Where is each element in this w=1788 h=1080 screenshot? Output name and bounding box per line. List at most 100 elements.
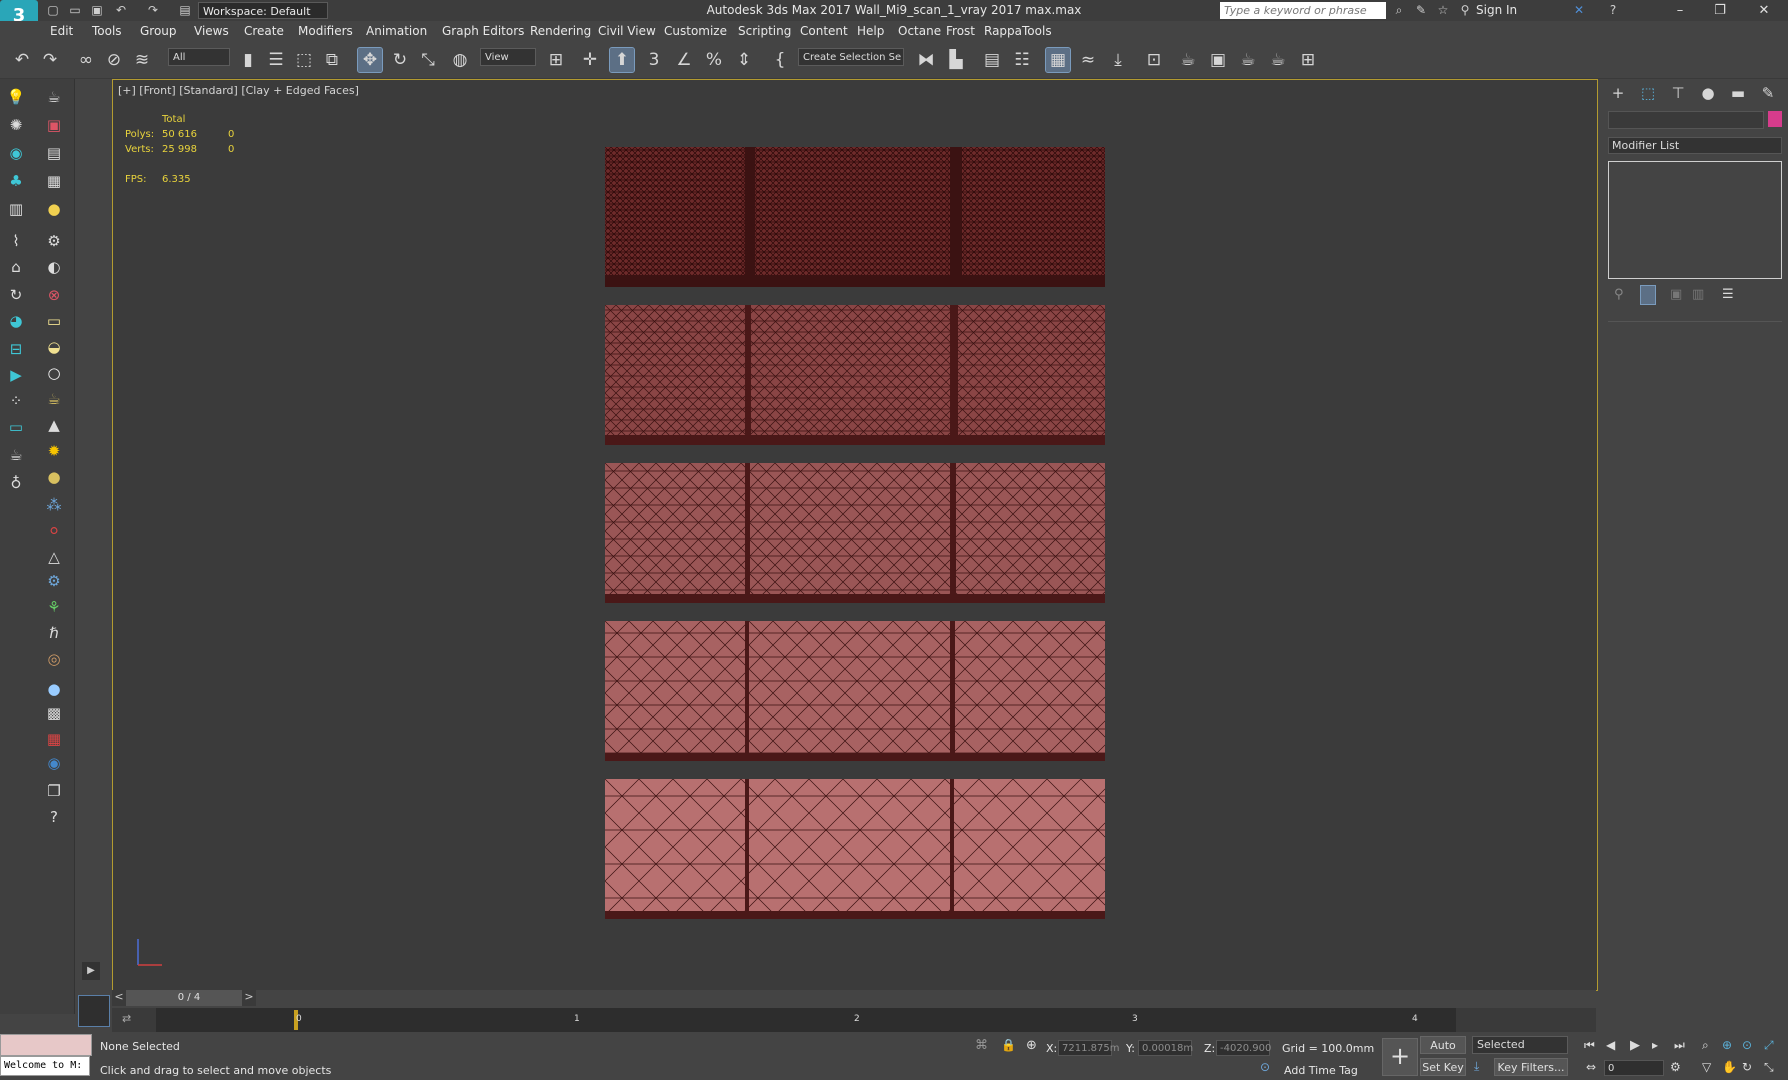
y-coordinate-field[interactable]: 0.00018m bbox=[1138, 1040, 1193, 1056]
remove-modifier-icon[interactable]: ▥ bbox=[1692, 287, 1704, 302]
ribbon-toggle-icon[interactable]: ▦ bbox=[1045, 47, 1071, 73]
select-and-place-icon[interactable]: ◍ bbox=[448, 48, 472, 72]
field-of-view-icon[interactable]: ▽ bbox=[1702, 1060, 1711, 1074]
menu-graph-editors[interactable]: Graph Editors bbox=[442, 24, 524, 38]
menu-customize[interactable]: Customize bbox=[664, 24, 727, 38]
vray-sphere-icon[interactable]: ● bbox=[42, 465, 66, 489]
default-tangent-icon[interactable]: ⤓ bbox=[1474, 1059, 1479, 1074]
grass-icon[interactable]: ⚘ bbox=[42, 595, 66, 619]
favorites-star-icon[interactable]: ☆ bbox=[1436, 3, 1450, 17]
play-panel-icon[interactable]: ▶ bbox=[4, 363, 28, 387]
mirror-icon[interactable]: ⧓ bbox=[914, 48, 938, 72]
plane-icon[interactable]: ▭ bbox=[42, 309, 66, 333]
keyboard-shortcut-override-icon[interactable]: ⬆ bbox=[609, 47, 635, 73]
prev-frame-arrow-icon[interactable]: < bbox=[112, 990, 126, 1006]
rendered-frame-window-icon[interactable]: ▣ bbox=[1206, 48, 1230, 72]
grid-icon[interactable]: ▦ bbox=[42, 169, 66, 193]
dome-icon[interactable]: ◐ bbox=[42, 255, 66, 279]
configure-modifier-sets-icon[interactable]: ☰ bbox=[1722, 287, 1734, 302]
open-file-icon[interactable]: ▭ bbox=[68, 3, 82, 17]
redo-icon[interactable]: ↷ bbox=[38, 48, 62, 72]
wall-mesh-lod-4[interactable] bbox=[605, 621, 1105, 761]
key-filters-button[interactable]: Key Filters... bbox=[1494, 1058, 1568, 1076]
maxscript-listener-input[interactable]: Welcome to M: bbox=[0, 1056, 90, 1076]
key-mode-toggle-icon[interactable]: ⇔ bbox=[1586, 1060, 1596, 1074]
gear-icon[interactable]: ⚙ bbox=[42, 569, 66, 593]
maxscript-expand-icon[interactable]: ▶ bbox=[82, 962, 100, 980]
auto-key-button[interactable]: Auto Key bbox=[1420, 1036, 1466, 1070]
time-config-icon[interactable]: ⚙ bbox=[1670, 1060, 1681, 1074]
material-icon[interactable]: ▣ bbox=[42, 113, 66, 137]
camera-rig-icon[interactable]: ⚙ bbox=[42, 229, 66, 253]
link-icon[interactable]: ∞ bbox=[74, 48, 98, 72]
object-color-swatch[interactable] bbox=[1768, 111, 1782, 127]
snaps-toggle-icon[interactable]: 3 bbox=[642, 48, 666, 72]
ruler-icon[interactable]: ⌂ bbox=[4, 255, 28, 279]
menu-edit[interactable]: Edit bbox=[50, 24, 73, 38]
next-frame-icon[interactable]: ▸ bbox=[1652, 1038, 1658, 1052]
select-object-icon[interactable]: ▮ bbox=[236, 48, 260, 72]
menu-animation[interactable]: Animation bbox=[366, 24, 427, 38]
undo-icon[interactable]: ↶ bbox=[10, 48, 34, 72]
dumbbell-icon[interactable]: ⚪ bbox=[42, 519, 66, 543]
goto-end-icon[interactable]: ⏭ bbox=[1674, 1038, 1685, 1053]
material-editor-icon[interactable]: ⊡ bbox=[1142, 48, 1166, 72]
unlink-icon[interactable]: ⊘ bbox=[102, 48, 126, 72]
curve-toggle-icon[interactable]: ⇄ bbox=[122, 1012, 131, 1025]
manipulate-icon[interactable]: ✛ bbox=[578, 48, 602, 72]
bind-space-warp-icon[interactable]: ≋ bbox=[130, 48, 154, 72]
menu-civil-view[interactable]: Civil View bbox=[598, 24, 656, 38]
mini-curve-editor-preview[interactable] bbox=[78, 995, 110, 1027]
spinner-snap-icon[interactable]: ⇕ bbox=[732, 48, 756, 72]
undo-icon[interactable]: ↶ bbox=[114, 3, 128, 17]
select-and-rotate-icon[interactable]: ↻ bbox=[388, 48, 412, 72]
pin-stack-icon[interactable]: ⚲ bbox=[1614, 287, 1624, 302]
zoom-extents-icon[interactable]: ⊙ bbox=[1742, 1038, 1752, 1052]
stairs-icon[interactable]: ⌇ bbox=[4, 229, 28, 253]
menu-help[interactable]: Help bbox=[857, 24, 884, 38]
wood-icon[interactable]: ◎ bbox=[42, 647, 66, 671]
binoculars-icon[interactable]: ⌕ bbox=[1392, 3, 1406, 17]
vray-sun-icon[interactable]: ✹ bbox=[42, 439, 66, 463]
menu-content[interactable]: Content bbox=[800, 24, 848, 38]
restore-button[interactable]: ❐ bbox=[1700, 0, 1740, 21]
maximize-viewport-icon[interactable]: ⤡ bbox=[1764, 1060, 1774, 1075]
menu-tools[interactable]: Tools bbox=[92, 24, 122, 38]
track-bar-area[interactable] bbox=[156, 1008, 1456, 1032]
redo-icon[interactable]: ↷ bbox=[146, 3, 160, 17]
absolute-mode-icon[interactable]: ⊕ bbox=[1026, 1038, 1037, 1053]
bulb-icon[interactable]: ♁ bbox=[4, 471, 28, 495]
tree-icon[interactable]: ♣ bbox=[4, 169, 28, 193]
dummy-icon[interactable]: ⊗ bbox=[42, 283, 66, 307]
sun-icon[interactable]: ✺ bbox=[4, 113, 28, 137]
viewport-label[interactable]: [+] [Front] [Standard] [Clay + Edged Fac… bbox=[118, 84, 359, 97]
sphere-icon[interactable]: ◕ bbox=[4, 309, 28, 333]
sphere-light-icon[interactable]: ○ bbox=[42, 361, 66, 385]
track-bar[interactable]: ⇄ 0 1 2 3 4 bbox=[112, 1008, 1596, 1032]
selection-filter-dropdown[interactable]: All bbox=[168, 48, 230, 66]
zoom-all-icon[interactable]: ⊕ bbox=[1722, 1038, 1732, 1052]
current-frame-field[interactable]: 0 bbox=[1604, 1060, 1664, 1076]
zoom-icon[interactable]: ⌕ bbox=[1702, 1038, 1709, 1053]
wall-mesh-lod-3[interactable] bbox=[605, 463, 1105, 603]
utilities-tab-icon[interactable]: ✎ bbox=[1756, 81, 1780, 105]
wall-mesh-lod-2[interactable] bbox=[605, 305, 1105, 445]
book-icon[interactable]: ▥ bbox=[4, 197, 28, 221]
new-file-icon[interactable]: ▢ bbox=[46, 3, 60, 17]
create-tab-icon[interactable]: + bbox=[1606, 81, 1630, 105]
add-time-tag[interactable]: Add Time Tag bbox=[1284, 1064, 1358, 1077]
rectangular-selection-icon[interactable]: ⬚ bbox=[292, 48, 316, 72]
modifier-stack[interactable] bbox=[1608, 161, 1782, 279]
sign-in-link[interactable]: Sign In bbox=[1476, 3, 1517, 17]
select-by-name-icon[interactable]: ☰ bbox=[264, 48, 288, 72]
maxscript-listener-top[interactable] bbox=[0, 1034, 92, 1056]
percent-snap-icon[interactable]: % bbox=[702, 48, 726, 72]
goto-start-icon[interactable]: ⏮ bbox=[1584, 1038, 1595, 1053]
scene-explorer-icon[interactable]: ▤ bbox=[980, 48, 1004, 72]
sphere-shade-icon[interactable]: ● bbox=[42, 677, 66, 701]
hf-icon[interactable]: ℏ bbox=[42, 621, 66, 645]
orbit-icon[interactable]: ↻ bbox=[4, 283, 28, 307]
menu-octane[interactable]: Octane bbox=[898, 24, 941, 38]
light-bulb-icon[interactable]: ● bbox=[42, 197, 66, 221]
selection-lock-icon[interactable]: 🔒 bbox=[1001, 1038, 1016, 1052]
